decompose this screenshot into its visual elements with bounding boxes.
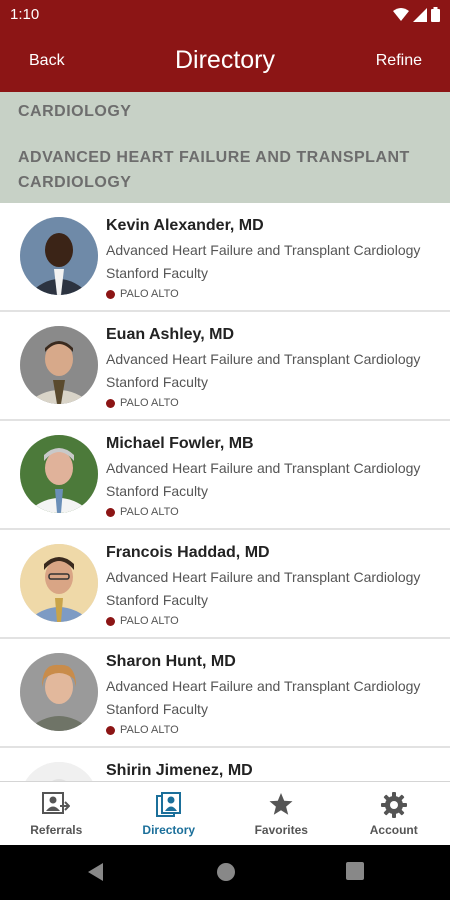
location-label: PALO ALTO bbox=[120, 288, 179, 300]
wifi-icon bbox=[393, 7, 409, 21]
doctor-location: PALO ALTO bbox=[106, 506, 179, 518]
doctor-specialty: Advanced Heart Failure and Transplant Ca… bbox=[106, 460, 421, 476]
nav-label: Referrals bbox=[30, 823, 83, 837]
doctor-affiliation: Stanford Faculty bbox=[106, 483, 208, 499]
doctor-specialty: Advanced Heart Failure and Transplant Ca… bbox=[106, 351, 421, 367]
battery-icon bbox=[431, 7, 440, 22]
doctor-name: Shirin Jimenez, MD bbox=[106, 762, 253, 779]
doctor-affiliation: Stanford Faculty bbox=[106, 701, 208, 717]
star-icon bbox=[269, 793, 293, 815]
doctor-name: Kevin Alexander, MD bbox=[106, 217, 264, 234]
location-label: PALO ALTO bbox=[120, 724, 179, 736]
avatar bbox=[20, 217, 98, 295]
doctor-location: PALO ALTO bbox=[106, 397, 179, 409]
bottom-nav: Referrals Directory Favorites Account bbox=[0, 781, 450, 845]
avatar bbox=[20, 435, 98, 513]
signal-icon bbox=[413, 7, 427, 22]
gear-icon bbox=[380, 792, 407, 818]
doctor-affiliation: Stanford Faculty bbox=[106, 374, 208, 390]
doctor-name: Euan Ashley, MD bbox=[106, 326, 235, 343]
subspecialty-label: ADVANCED HEART FAILURE AND TRANSPLANT CA… bbox=[18, 149, 410, 191]
doctor-name: Sharon Hunt, MD bbox=[106, 653, 236, 670]
nav-referrals[interactable]: Referrals bbox=[0, 782, 113, 845]
nav-label: Directory bbox=[142, 823, 196, 837]
location-dot-icon bbox=[106, 507, 115, 517]
doctor-affiliation: Stanford Faculty bbox=[106, 265, 208, 281]
home-circle-icon[interactable] bbox=[216, 862, 236, 882]
location-label: PALO ALTO bbox=[120, 397, 179, 409]
avatar bbox=[20, 653, 98, 731]
department-label: CARDIOLOGY bbox=[18, 103, 132, 120]
doctor-row[interactable]: Euan Ashley, MD Advanced Heart Failure a… bbox=[0, 312, 450, 421]
nav-label: Account bbox=[369, 823, 418, 837]
doctor-specialty: Advanced Heart Failure and Transplant Ca… bbox=[106, 678, 421, 694]
doctor-list[interactable]: Kevin Alexander, MD Advanced Heart Failu… bbox=[0, 203, 450, 781]
doctor-row[interactable]: Shirin Jimenez, MD bbox=[0, 748, 450, 781]
nav-label: Favorites bbox=[254, 823, 308, 837]
doctor-location: PALO ALTO bbox=[106, 615, 179, 627]
location-label: PALO ALTO bbox=[120, 506, 179, 518]
app-bar: Back Directory Refine bbox=[0, 32, 450, 92]
status-icons bbox=[393, 7, 440, 22]
location-label: PALO ALTO bbox=[120, 615, 179, 627]
nav-directory[interactable]: Directory bbox=[113, 782, 226, 845]
avatar-placeholder bbox=[20, 762, 98, 781]
doctor-row[interactable]: Francois Haddad, MD Advanced Heart Failu… bbox=[0, 530, 450, 639]
doctor-row[interactable]: Michael Fowler, MB Advanced Heart Failur… bbox=[0, 421, 450, 530]
status-time: 1:10 bbox=[10, 6, 40, 23]
doctor-affiliation: Stanford Faculty bbox=[106, 592, 208, 608]
location-dot-icon bbox=[106, 398, 115, 408]
location-dot-icon bbox=[106, 289, 115, 299]
status-bar: 1:10 bbox=[0, 0, 450, 32]
filter-header: CARDIOLOGY ADVANCED HEART FAILURE AND TR… bbox=[0, 92, 450, 203]
back-triangle-icon[interactable] bbox=[87, 862, 105, 882]
doctor-name: Michael Fowler, MB bbox=[106, 435, 254, 452]
doctor-name: Francois Haddad, MD bbox=[106, 544, 270, 561]
avatar bbox=[20, 326, 98, 404]
avatar bbox=[20, 544, 98, 622]
doctor-row[interactable]: Sharon Hunt, MD Advanced Heart Failure a… bbox=[0, 639, 450, 748]
location-dot-icon bbox=[106, 616, 115, 626]
doctor-location: PALO ALTO bbox=[106, 724, 179, 736]
doctor-specialty: Advanced Heart Failure and Transplant Ca… bbox=[106, 569, 421, 585]
referrals-icon bbox=[42, 792, 71, 814]
nav-favorites[interactable]: Favorites bbox=[225, 782, 338, 845]
doctor-row[interactable]: Kevin Alexander, MD Advanced Heart Failu… bbox=[0, 203, 450, 312]
doctor-location: PALO ALTO bbox=[106, 288, 179, 300]
refine-button[interactable]: Refine bbox=[376, 52, 422, 70]
location-dot-icon bbox=[106, 725, 115, 735]
doctor-specialty: Advanced Heart Failure and Transplant Ca… bbox=[106, 242, 421, 258]
system-nav-bar bbox=[0, 845, 450, 900]
nav-account[interactable]: Account bbox=[338, 782, 450, 845]
recents-square-icon[interactable] bbox=[346, 862, 364, 880]
directory-icon bbox=[155, 792, 181, 817]
